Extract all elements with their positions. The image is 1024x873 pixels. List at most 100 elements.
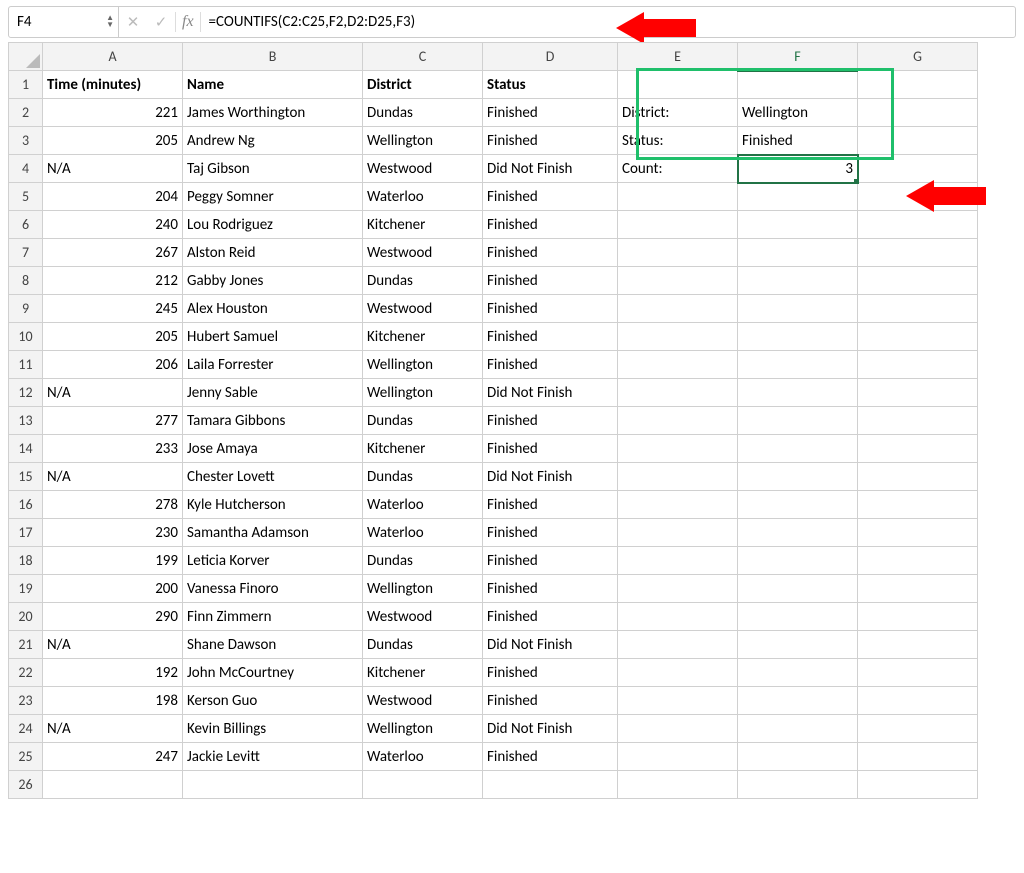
cell[interactable]: Kerson Guo bbox=[183, 687, 363, 715]
cell[interactable] bbox=[618, 687, 738, 715]
cell[interactable]: Westwood bbox=[363, 295, 483, 323]
row-header[interactable]: 2 bbox=[9, 99, 43, 127]
cell[interactable] bbox=[858, 239, 978, 267]
cell[interactable]: Taj Gibson bbox=[183, 155, 363, 183]
cell[interactable]: Waterloo bbox=[363, 491, 483, 519]
cell[interactable]: Kyle Hutcherson bbox=[183, 491, 363, 519]
cell[interactable] bbox=[738, 547, 858, 575]
cell[interactable]: Status: bbox=[618, 127, 738, 155]
row-header[interactable]: 25 bbox=[9, 743, 43, 771]
cell[interactable] bbox=[858, 603, 978, 631]
cell[interactable]: Did Not Finish bbox=[483, 631, 618, 659]
cell[interactable]: Leticia Korver bbox=[183, 547, 363, 575]
row-header[interactable]: 4 bbox=[9, 155, 43, 183]
cell[interactable]: Finished bbox=[483, 519, 618, 547]
row-header[interactable]: 15 bbox=[9, 463, 43, 491]
cell[interactable] bbox=[618, 71, 738, 99]
cell[interactable]: Laila Forrester bbox=[183, 351, 363, 379]
cell[interactable]: Peggy Somner bbox=[183, 183, 363, 211]
select-all-corner[interactable] bbox=[9, 43, 43, 71]
col-header-D[interactable]: D bbox=[483, 43, 618, 71]
cell[interactable]: Wellington bbox=[363, 715, 483, 743]
cell[interactable] bbox=[858, 71, 978, 99]
cell[interactable]: Samantha Adamson bbox=[183, 519, 363, 547]
cell[interactable] bbox=[738, 211, 858, 239]
cell[interactable]: 230 bbox=[43, 519, 183, 547]
cell[interactable] bbox=[738, 575, 858, 603]
cell[interactable]: Jose Amaya bbox=[183, 435, 363, 463]
cell[interactable] bbox=[858, 379, 978, 407]
row-header[interactable]: 19 bbox=[9, 575, 43, 603]
cell[interactable]: 206 bbox=[43, 351, 183, 379]
cell[interactable]: Dundas bbox=[363, 547, 483, 575]
cell[interactable] bbox=[738, 435, 858, 463]
cell[interactable]: Vanessa Finoro bbox=[183, 575, 363, 603]
cell[interactable]: 233 bbox=[43, 435, 183, 463]
col-header-C[interactable]: C bbox=[363, 43, 483, 71]
col-header-G[interactable]: G bbox=[858, 43, 978, 71]
cell[interactable]: 192 bbox=[43, 659, 183, 687]
cell[interactable]: 205 bbox=[43, 323, 183, 351]
cell[interactable] bbox=[183, 771, 363, 799]
cell[interactable] bbox=[618, 267, 738, 295]
formula-input[interactable] bbox=[201, 13, 1015, 31]
cell[interactable]: Did Not Finish bbox=[483, 379, 618, 407]
row-header[interactable]: 20 bbox=[9, 603, 43, 631]
cell[interactable]: James Worthington bbox=[183, 99, 363, 127]
cell[interactable] bbox=[858, 351, 978, 379]
cell[interactable]: Waterloo bbox=[363, 743, 483, 771]
cell[interactable] bbox=[738, 603, 858, 631]
cell[interactable]: Finished bbox=[483, 351, 618, 379]
cell[interactable]: Dundas bbox=[363, 407, 483, 435]
row-header[interactable]: 3 bbox=[9, 127, 43, 155]
cell[interactable] bbox=[858, 155, 978, 183]
cell[interactable] bbox=[618, 407, 738, 435]
cancel-formula-icon[interactable]: ✕ bbox=[119, 13, 147, 32]
row-header[interactable]: 12 bbox=[9, 379, 43, 407]
cell[interactable] bbox=[858, 715, 978, 743]
col-header-E[interactable]: E bbox=[618, 43, 738, 71]
cell[interactable] bbox=[618, 351, 738, 379]
col-header-B[interactable]: B bbox=[183, 43, 363, 71]
cell[interactable]: Westwood bbox=[363, 687, 483, 715]
cell[interactable] bbox=[738, 631, 858, 659]
cell[interactable]: 290 bbox=[43, 603, 183, 631]
cell[interactable] bbox=[618, 435, 738, 463]
cell[interactable]: 198 bbox=[43, 687, 183, 715]
cell[interactable]: John McCourtney bbox=[183, 659, 363, 687]
row-header[interactable]: 13 bbox=[9, 407, 43, 435]
cell[interactable] bbox=[618, 547, 738, 575]
cell[interactable]: Lou Rodriguez bbox=[183, 211, 363, 239]
cell[interactable]: Time (minutes) bbox=[43, 71, 183, 99]
cell[interactable]: 240 bbox=[43, 211, 183, 239]
cell[interactable]: Dundas bbox=[363, 267, 483, 295]
cell[interactable] bbox=[738, 71, 858, 99]
cell[interactable]: Westwood bbox=[363, 603, 483, 631]
cell[interactable]: Finn Zimmern bbox=[183, 603, 363, 631]
row-header[interactable]: 24 bbox=[9, 715, 43, 743]
cell[interactable] bbox=[618, 239, 738, 267]
cell[interactable]: Finished bbox=[483, 435, 618, 463]
name-box-stepper[interactable]: ▲ ▼ bbox=[106, 15, 114, 29]
cell[interactable]: Finished bbox=[483, 575, 618, 603]
row-header[interactable]: 6 bbox=[9, 211, 43, 239]
fx-icon[interactable]: fx bbox=[176, 13, 200, 31]
cell[interactable]: Alston Reid bbox=[183, 239, 363, 267]
cell[interactable]: Andrew Ng bbox=[183, 127, 363, 155]
row-header[interactable]: 11 bbox=[9, 351, 43, 379]
cell[interactable] bbox=[483, 771, 618, 799]
cell[interactable] bbox=[858, 659, 978, 687]
cell[interactable]: 212 bbox=[43, 267, 183, 295]
cell[interactable] bbox=[858, 407, 978, 435]
cell[interactable]: 267 bbox=[43, 239, 183, 267]
cell[interactable]: Did Not Finish bbox=[483, 155, 618, 183]
cell[interactable]: Hubert Samuel bbox=[183, 323, 363, 351]
cell[interactable]: N/A bbox=[43, 463, 183, 491]
cell[interactable]: 205 bbox=[43, 127, 183, 155]
cell[interactable]: Wellington bbox=[363, 351, 483, 379]
cell[interactable]: Wellington bbox=[738, 99, 858, 127]
cell[interactable] bbox=[738, 407, 858, 435]
cell[interactable]: District: bbox=[618, 99, 738, 127]
cell[interactable] bbox=[618, 659, 738, 687]
cell[interactable] bbox=[618, 183, 738, 211]
